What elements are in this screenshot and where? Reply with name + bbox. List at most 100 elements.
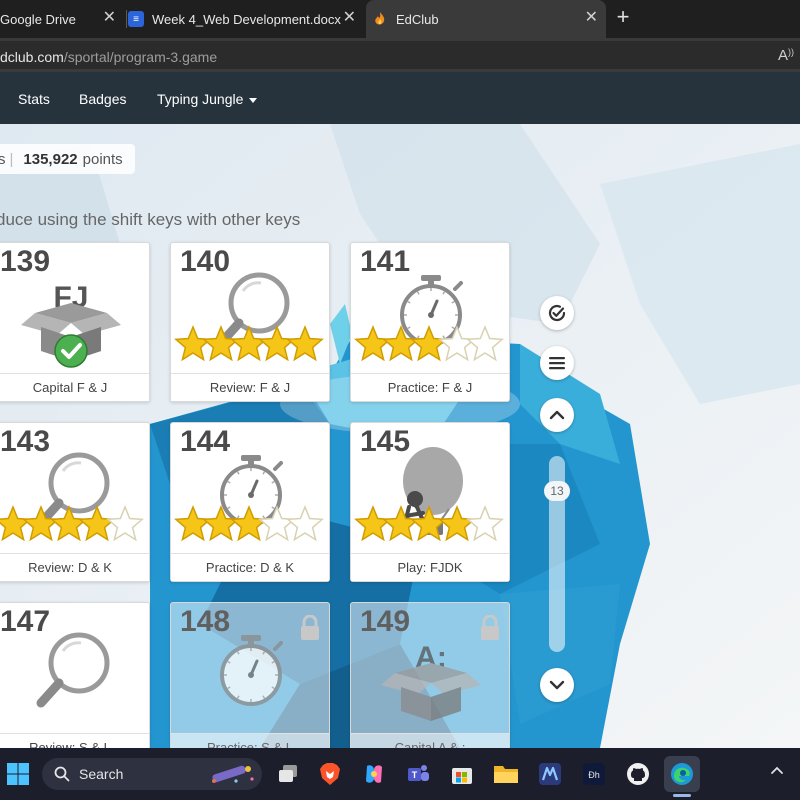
lesson-number: 139	[0, 245, 51, 278]
lesson-card-143[interactable]: 143 Review: D & K	[0, 422, 150, 582]
edclub-flame-icon	[375, 12, 385, 25]
star-empty-icon	[466, 325, 504, 362]
github-icon[interactable]	[624, 760, 652, 788]
star-filled-icon	[354, 325, 392, 362]
browser-tab-strip: Google Drive ✕ ≡ Week 4_Web Development.…	[0, 0, 800, 38]
star-empty-icon	[286, 505, 324, 542]
lesson-card-139[interactable]: FJ 139 Capital F & J	[0, 242, 150, 402]
hamburger-menu-icon	[549, 357, 565, 370]
points-unit: points	[82, 150, 123, 168]
lesson-caption: Review: D & K	[0, 553, 149, 581]
star-filled-icon	[286, 325, 324, 362]
mathway-icon[interactable]	[536, 760, 564, 788]
check-circle-icon	[548, 304, 566, 322]
lesson-caption: Practice: F & J	[351, 373, 509, 401]
points-prefix: s	[0, 150, 6, 168]
teams-icon[interactable]: T	[404, 760, 432, 788]
tab-edclub[interactable]: EdClub ✕	[366, 0, 606, 38]
lesson-number: 147	[0, 605, 51, 638]
lesson-number: 145	[360, 425, 411, 458]
url-text[interactable]: dclub.com/sportal/program-3.game	[0, 49, 217, 65]
read-aloud-icon[interactable]: A))	[778, 47, 794, 64]
svg-text:Ðh: Ðh	[588, 770, 600, 780]
lesson-caption: Practice: S & L	[171, 733, 329, 748]
chevron-down-icon	[549, 680, 565, 690]
lesson-card-147[interactable]: 147 Review: S & L	[0, 602, 150, 748]
nav-stats[interactable]: Stats	[18, 91, 50, 107]
lesson-map: s | 135,922 points duce using the shift …	[0, 124, 800, 748]
close-icon[interactable]: ✕	[103, 10, 116, 26]
copilot-icon[interactable]	[360, 760, 388, 788]
lesson-number: 143	[0, 425, 51, 458]
lesson-caption: Capital A & ;	[351, 733, 509, 748]
menu-button[interactable]	[540, 346, 574, 380]
divider: |	[9, 150, 14, 168]
points-summary: s | 135,922 points	[0, 144, 135, 174]
star-filled-icon	[174, 505, 212, 542]
lesson-card-149[interactable]: A: 149 Capital A & ;	[350, 602, 510, 748]
search-icon	[54, 766, 70, 782]
points-value: 135,922	[23, 150, 78, 168]
star-empty-icon	[106, 505, 144, 542]
url-path: /sportal/program-3.game	[63, 49, 218, 65]
star-filled-icon	[174, 325, 212, 362]
address-bar[interactable]: dclub.com/sportal/program-3.game A))	[0, 41, 800, 69]
chevron-up-icon	[549, 410, 565, 420]
site-navigation: Stats Badges Typing Jungle	[0, 72, 800, 124]
tab-divider	[126, 10, 127, 28]
file-explorer-icon[interactable]	[492, 760, 520, 788]
windows-start-icon[interactable]	[4, 760, 32, 788]
star-empty-icon	[466, 505, 504, 542]
lesson-number: 144	[180, 425, 231, 458]
tab-google-drive[interactable]: Google Drive ✕	[0, 0, 124, 38]
chevron-down-icon	[249, 97, 258, 103]
close-icon[interactable]: ✕	[343, 10, 356, 26]
lesson-description: duce using the shift keys with other key…	[0, 210, 301, 229]
lesson-card-141[interactable]: 141 Practice: F & J	[350, 242, 510, 402]
tab-title: Week 4_Web Development.docx	[152, 11, 341, 27]
level-scrollbar-thumb[interactable]: 13	[544, 481, 570, 501]
scroll-up-button[interactable]	[540, 398, 574, 432]
lesson-caption: Capital F & J	[0, 373, 149, 401]
lock-icon	[481, 615, 499, 640]
tab-title: Google Drive	[0, 11, 76, 27]
lesson-card-144[interactable]: 144 Practice: D & K	[170, 422, 330, 582]
search-label: Search	[79, 766, 124, 782]
edge-icon[interactable]	[668, 760, 696, 788]
nav-typing-jungle-label: Typing Jungle	[157, 91, 244, 107]
star-filled-icon	[0, 505, 32, 542]
word-doc-icon: ≡	[128, 11, 144, 27]
lesson-number: 148	[180, 605, 231, 638]
lesson-card-140[interactable]: 140 Review: F & J	[170, 242, 330, 402]
close-icon[interactable]: ✕	[585, 10, 598, 26]
svg-text:T: T	[412, 770, 418, 780]
dh-icon[interactable]: Ðh	[580, 760, 608, 788]
active-app-indicator	[673, 794, 691, 797]
progress-check-button[interactable]	[540, 296, 574, 330]
lesson-card-145[interactable]: 145 Play: FJDK	[350, 422, 510, 582]
scroll-down-button[interactable]	[540, 668, 574, 702]
lesson-caption: Review: F & J	[171, 373, 329, 401]
nav-badges[interactable]: Badges	[79, 91, 126, 107]
lesson-caption: Review: S & L	[0, 733, 149, 748]
store-icon[interactable]	[448, 760, 476, 788]
star-filled-icon	[354, 505, 392, 542]
tray-chevron-icon[interactable]	[770, 762, 784, 778]
address-bar-area: dclub.com/sportal/program-3.game A))	[0, 38, 800, 72]
star-filled-icon	[382, 505, 420, 542]
windows-taskbar: Search T Ðh	[0, 748, 800, 800]
lesson-caption: Play: FJDK	[351, 553, 509, 581]
brave-icon[interactable]	[316, 760, 344, 788]
lesson-number: 140	[180, 245, 231, 278]
lock-icon	[301, 615, 319, 640]
lesson-card-148[interactable]: 148 Practice: S & L	[170, 602, 330, 748]
lesson-number: 149	[360, 605, 411, 638]
lesson-number: 141	[360, 245, 411, 278]
nav-typing-jungle[interactable]: Typing Jungle	[157, 91, 258, 107]
tab-word-document[interactable]: ≡ Week 4_Web Development.docx ✕	[128, 0, 364, 38]
tab-title: EdClub	[396, 11, 439, 27]
taskbar-search[interactable]: Search	[42, 758, 262, 790]
search-highlight-icon	[212, 765, 254, 783]
new-tab-button[interactable]: +	[612, 4, 634, 32]
task-view-icon[interactable]	[274, 760, 302, 788]
